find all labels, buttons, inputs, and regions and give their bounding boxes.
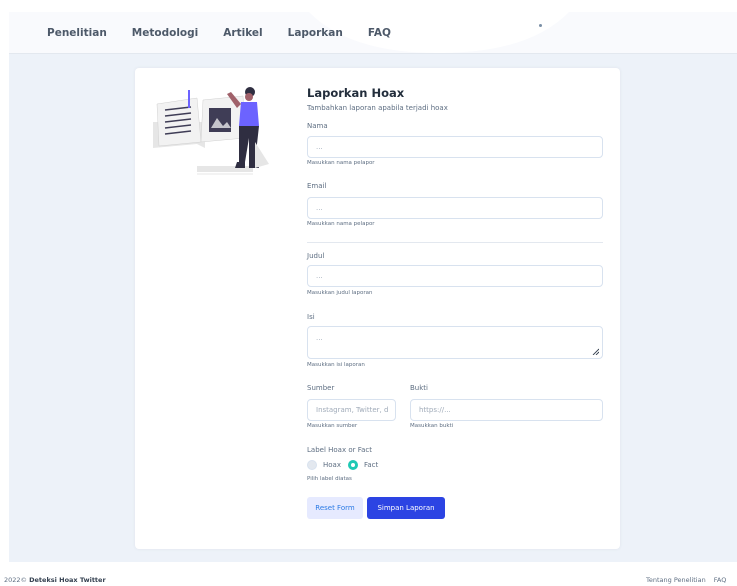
footer-link-faq[interactable]: FAQ [714, 576, 727, 584]
radio-hoax[interactable] [307, 460, 317, 470]
reset-form-button[interactable]: Reset Form [307, 497, 363, 519]
form-subtitle: Tambahkan laporan apabila terjadi hoax [307, 104, 448, 112]
nav-artikel[interactable]: Artikel [223, 27, 262, 39]
bukti-input[interactable]: https://... [410, 399, 603, 421]
email-placeholder: ... [316, 204, 323, 212]
email-input[interactable]: ... [307, 197, 603, 219]
footer-brand: Deteksi Hoax Twitter [29, 576, 106, 584]
nav-indicator-dot [539, 24, 542, 27]
top-navbar: Penelitian Metodologi Artikel Laporkan F… [9, 12, 737, 54]
isi-label: Isi [307, 313, 315, 321]
save-report-button[interactable]: Simpan Laporan [367, 497, 445, 519]
footer-links: Tentang Penelitian FAQ [646, 576, 726, 584]
sumber-input[interactable]: Instagram, Twitter, d [307, 399, 396, 421]
isi-placeholder: ... [316, 334, 323, 342]
nav-laporkan[interactable]: Laporkan [288, 27, 343, 39]
email-label: Email [307, 182, 327, 190]
footer-link-tentang[interactable]: Tentang Penelitian [646, 576, 706, 584]
form-title: Laporkan Hoax [307, 86, 405, 100]
nama-label: Nama [307, 122, 328, 130]
nav-penelitian[interactable]: Penelitian [47, 27, 107, 39]
nama-help: Masukkan nama pelapor [307, 160, 375, 166]
bukti-help: Masukkan bukti [410, 423, 454, 429]
bukti-placeholder: https://... [419, 406, 451, 414]
radio-fact[interactable] [348, 460, 358, 470]
email-help: Masukkan nama pelapor [307, 221, 375, 227]
resize-handle-icon[interactable] [592, 348, 599, 355]
label-group-help: Pilih label diatas [307, 476, 352, 482]
report-card: Laporkan Hoax Tambahkan laporan apabila … [135, 68, 620, 549]
reading-person-illustration [153, 87, 269, 175]
judul-label: Judul [307, 252, 325, 260]
judul-input[interactable]: ... [307, 265, 603, 287]
nav-metodologi[interactable]: Metodologi [132, 27, 198, 39]
isi-textarea[interactable]: ... [307, 326, 603, 359]
nav-menu: Penelitian Metodologi Artikel Laporkan F… [47, 12, 416, 53]
form-divider [307, 242, 603, 243]
sumber-label: Sumber [307, 384, 335, 392]
isi-help: Masukkan isi laporan [307, 362, 365, 368]
judul-help: Masukkan judul laporan [307, 290, 373, 296]
sumber-help: Masukkan sumber [307, 423, 358, 429]
label-group-title: Label Hoax or Fact [307, 446, 372, 454]
nama-input[interactable]: ... [307, 136, 603, 158]
judul-placeholder: ... [316, 272, 323, 280]
nav-faq[interactable]: FAQ [368, 27, 391, 39]
radio-hoax-label[interactable]: Hoax [323, 461, 341, 469]
copyright-text: 2022© [4, 576, 28, 584]
bukti-label: Bukti [410, 384, 428, 392]
radio-fact-label[interactable]: Fact [364, 461, 378, 469]
footer-copyright: 2022© Deteksi Hoax Twitter [4, 576, 106, 584]
sumber-placeholder: Instagram, Twitter, d [316, 406, 389, 414]
nama-placeholder: ... [316, 143, 323, 151]
